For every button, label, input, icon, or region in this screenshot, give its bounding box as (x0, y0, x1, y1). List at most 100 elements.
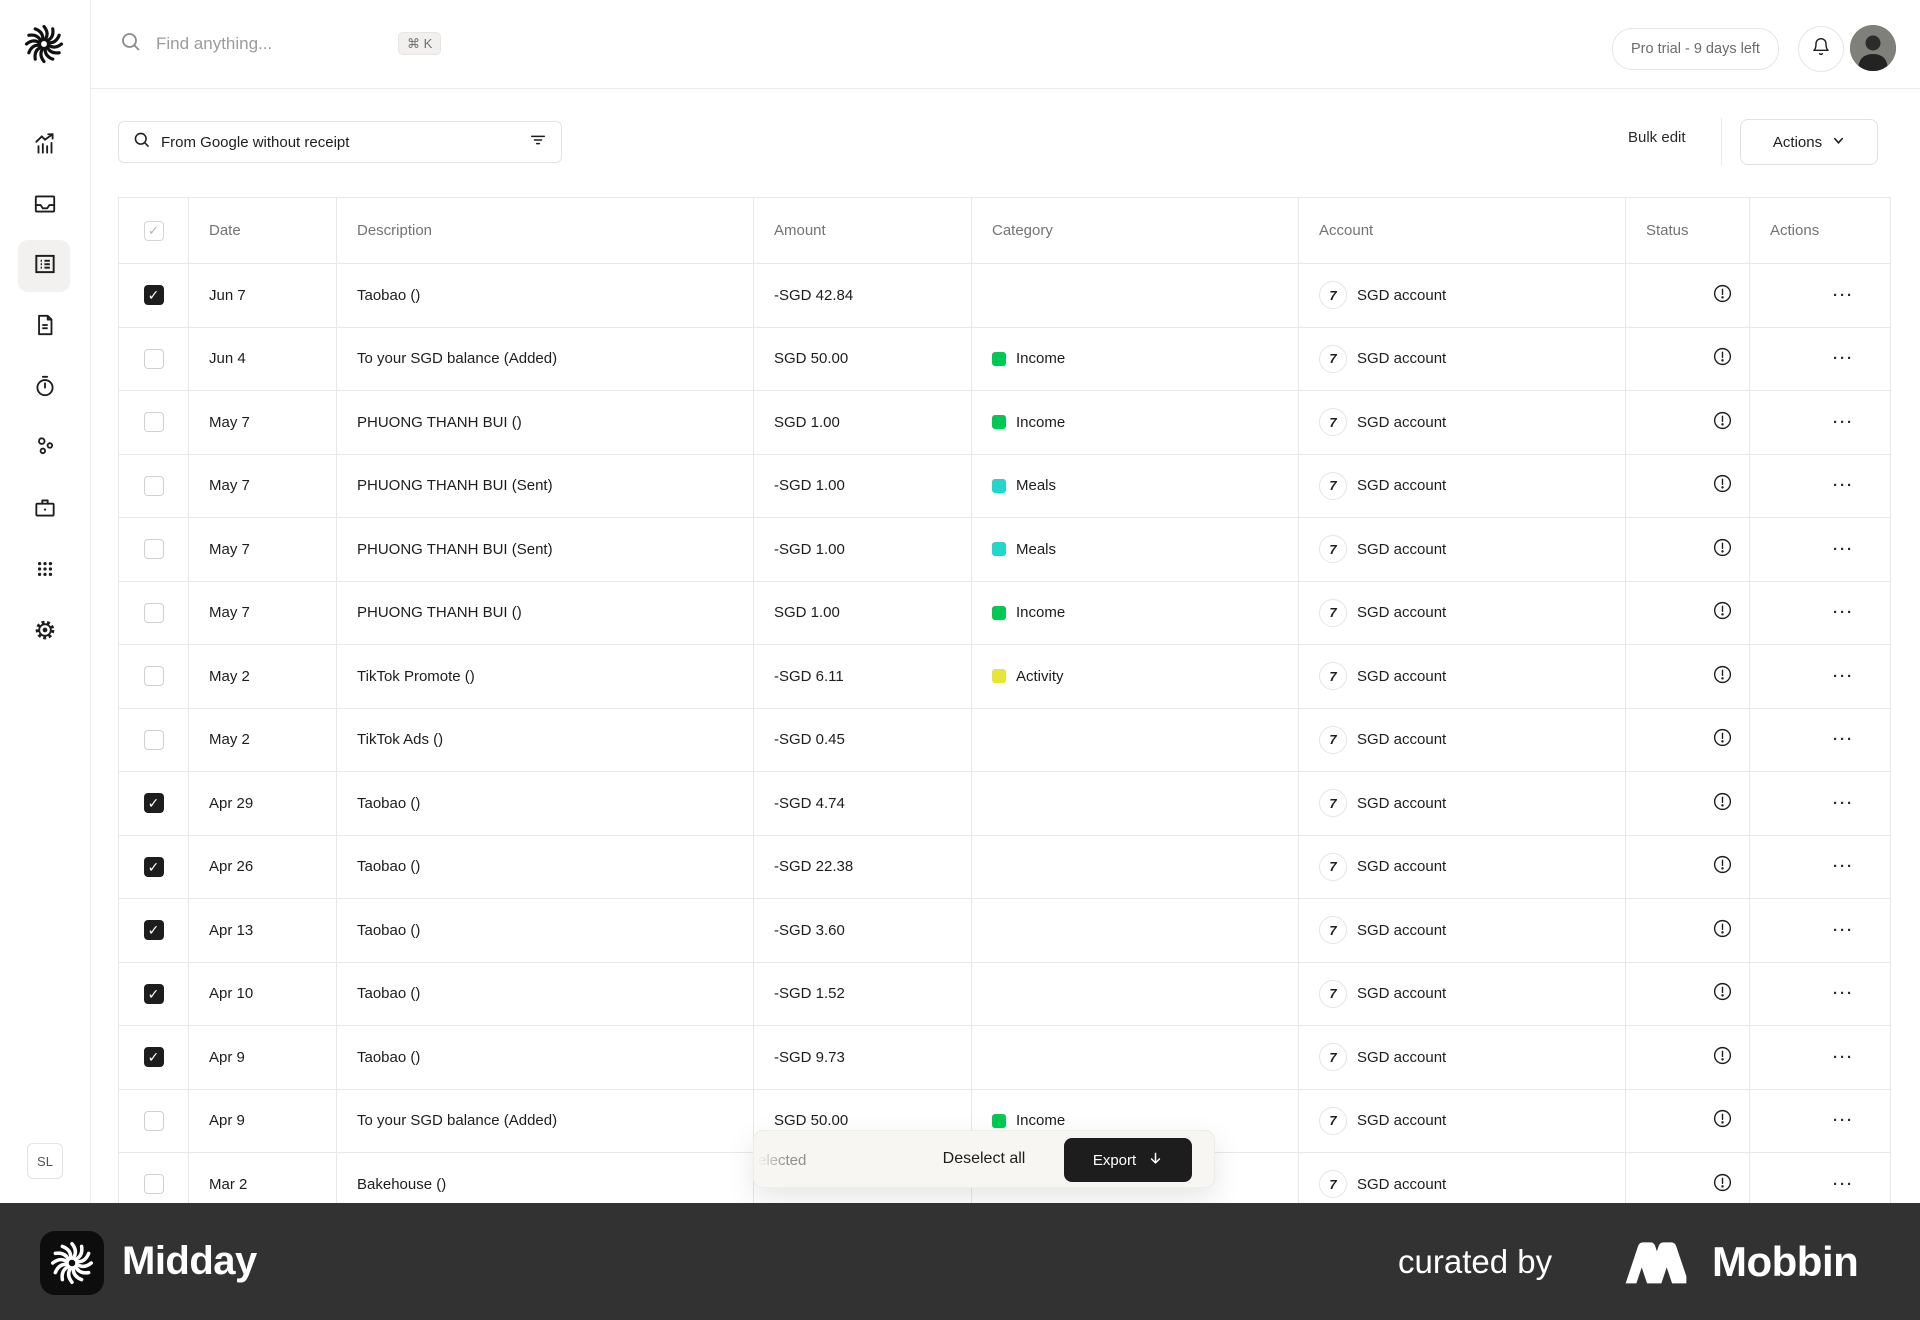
row-menu-button[interactable]: ··· (1750, 835, 1891, 899)
cell-status[interactable] (1626, 1089, 1750, 1153)
row-menu-button[interactable]: ··· (1750, 772, 1891, 836)
table-row[interactable]: May 2 TikTok Ads () -SGD 0.45 7SGD accou… (119, 708, 1891, 772)
global-search[interactable]: Find anything... (120, 0, 272, 88)
cell-status[interactable] (1626, 708, 1750, 772)
column-header-description[interactable]: Description (337, 198, 754, 264)
bulk-edit-button[interactable]: Bulk edit (1628, 129, 1686, 146)
sidebar-item-invoices[interactable] (23, 305, 67, 349)
table-row[interactable]: ✓ Apr 9 Taobao () -SGD 9.73 7SGD account… (119, 1026, 1891, 1090)
cell-description[interactable]: Taobao () (337, 899, 754, 963)
cell-category[interactable] (972, 1026, 1299, 1090)
cell-status[interactable] (1626, 962, 1750, 1026)
table-row[interactable]: ✓ Jun 7 Taobao () -SGD 42.84 7SGD accoun… (119, 264, 1891, 328)
row-checkbox[interactable] (144, 730, 164, 750)
cell-status[interactable] (1626, 581, 1750, 645)
cell-status[interactable] (1626, 645, 1750, 709)
cell-status[interactable] (1626, 1026, 1750, 1090)
midday-logo-icon[interactable] (22, 22, 66, 66)
row-checkbox[interactable]: ✓ (144, 984, 164, 1004)
row-menu-button[interactable]: ··· (1750, 708, 1891, 772)
cell-category[interactable] (972, 264, 1299, 328)
cell-description[interactable]: To your SGD balance (Added) (337, 327, 754, 391)
table-row[interactable]: ✓ Apr 26 Taobao () -SGD 22.38 7SGD accou… (119, 835, 1891, 899)
row-menu-button[interactable]: ··· (1750, 645, 1891, 709)
row-menu-button[interactable]: ··· (1750, 454, 1891, 518)
cell-category[interactable]: Meals (972, 454, 1299, 518)
row-menu-button[interactable]: ··· (1750, 899, 1891, 963)
row-checkbox[interactable] (144, 603, 164, 623)
notifications-button[interactable] (1798, 26, 1844, 72)
cell-description[interactable]: Taobao () (337, 264, 754, 328)
cell-description[interactable]: To your SGD balance (Added) (337, 1089, 754, 1153)
cell-status[interactable] (1626, 391, 1750, 455)
team-badge[interactable]: SL (27, 1143, 63, 1179)
column-header-actions[interactable]: Actions (1750, 198, 1891, 264)
row-checkbox[interactable] (144, 1111, 164, 1131)
sidebar-item-apps[interactable] (23, 549, 67, 593)
table-row[interactable]: May 7 PHUONG THANH BUI () SGD 1.00 Incom… (119, 581, 1891, 645)
cell-category[interactable] (972, 962, 1299, 1026)
table-row[interactable]: ✓ Apr 10 Taobao () -SGD 1.52 7SGD accoun… (119, 962, 1891, 1026)
cell-category[interactable] (972, 772, 1299, 836)
row-menu-button[interactable]: ··· (1750, 327, 1891, 391)
row-checkbox[interactable] (144, 476, 164, 496)
row-checkbox[interactable] (144, 412, 164, 432)
cell-status[interactable] (1626, 454, 1750, 518)
cell-status[interactable] (1626, 835, 1750, 899)
cell-category[interactable]: Income (972, 327, 1299, 391)
row-checkbox[interactable]: ✓ (144, 793, 164, 813)
cell-status[interactable] (1626, 899, 1750, 963)
column-header-status[interactable]: Status (1626, 198, 1750, 264)
cell-description[interactable]: TikTok Ads () (337, 708, 754, 772)
cell-description[interactable]: Taobao () (337, 962, 754, 1026)
table-row[interactable]: May 2 TikTok Promote () -SGD 6.11 Activi… (119, 645, 1891, 709)
cell-category[interactable]: Income (972, 581, 1299, 645)
table-row[interactable]: Jun 4 To your SGD balance (Added) SGD 50… (119, 327, 1891, 391)
cell-status[interactable] (1626, 264, 1750, 328)
cell-status[interactable] (1626, 518, 1750, 582)
cell-category[interactable] (972, 899, 1299, 963)
table-row[interactable]: May 7 PHUONG THANH BUI (Sent) -SGD 1.00 … (119, 518, 1891, 582)
cell-status[interactable] (1626, 327, 1750, 391)
cell-description[interactable]: PHUONG THANH BUI () (337, 581, 754, 645)
column-header-category[interactable]: Category (972, 198, 1299, 264)
row-menu-button[interactable]: ··· (1750, 962, 1891, 1026)
row-menu-button[interactable]: ··· (1750, 264, 1891, 328)
sidebar-item-vault[interactable] (23, 488, 67, 532)
row-menu-button[interactable]: ··· (1750, 581, 1891, 645)
user-avatar[interactable] (1850, 25, 1896, 71)
cell-category[interactable]: Activity (972, 645, 1299, 709)
row-checkbox[interactable]: ✓ (144, 920, 164, 940)
row-checkbox[interactable]: ✓ (144, 1047, 164, 1067)
row-checkbox[interactable] (144, 666, 164, 686)
cell-category[interactable]: Income (972, 391, 1299, 455)
column-header-account[interactable]: Account (1299, 198, 1626, 264)
row-menu-button[interactable]: ··· (1750, 1089, 1891, 1153)
cell-description[interactable]: TikTok Promote () (337, 645, 754, 709)
cell-description[interactable]: Taobao () (337, 1026, 754, 1090)
table-row[interactable]: ✓ Apr 29 Taobao () -SGD 4.74 7SGD accoun… (119, 772, 1891, 836)
row-checkbox[interactable]: ✓ (144, 285, 164, 305)
sidebar-item-overview[interactable] (23, 124, 67, 168)
row-checkbox[interactable] (144, 539, 164, 559)
table-row[interactable]: May 7 PHUONG THANH BUI (Sent) -SGD 1.00 … (119, 454, 1891, 518)
sidebar-item-customers[interactable] (23, 426, 67, 470)
row-checkbox[interactable] (144, 349, 164, 369)
row-checkbox[interactable] (144, 1174, 164, 1194)
cell-category[interactable] (972, 708, 1299, 772)
sidebar-item-settings[interactable] (23, 610, 67, 654)
row-checkbox[interactable]: ✓ (144, 857, 164, 877)
actions-button[interactable]: Actions (1740, 119, 1878, 165)
row-menu-button[interactable]: ··· (1750, 518, 1891, 582)
select-all-checkbox[interactable]: ✓ (144, 221, 164, 241)
sidebar-item-tracker[interactable] (23, 366, 67, 410)
filter-icon[interactable] (529, 131, 547, 154)
sidebar-item-transactions[interactable] (23, 244, 67, 288)
row-menu-button[interactable]: ··· (1750, 391, 1891, 455)
column-header-date[interactable]: Date (189, 198, 337, 264)
column-header-amount[interactable]: Amount (754, 198, 972, 264)
sidebar-item-inbox[interactable] (23, 184, 67, 228)
cell-description[interactable]: PHUONG THANH BUI (Sent) (337, 518, 754, 582)
cell-description[interactable]: PHUONG THANH BUI (Sent) (337, 454, 754, 518)
cell-category[interactable] (972, 835, 1299, 899)
